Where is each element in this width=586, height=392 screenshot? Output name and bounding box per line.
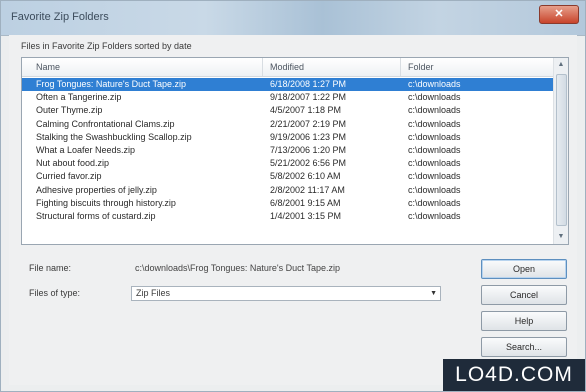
- row-modified: 2/8/2002 11:17 AM: [270, 184, 345, 195]
- favorite-zip-folders-dialog: Favorite Zip Folders ✕ Files in Favorite…: [0, 0, 586, 392]
- window-title: Favorite Zip Folders: [11, 11, 109, 23]
- row-folder: c:\downloads: [408, 118, 461, 129]
- table-row[interactable]: Nut about food.zip 5/21/2002 6:56 PM c:\…: [22, 157, 554, 170]
- row-modified: 1/4/2001 3:15 PM: [270, 210, 342, 221]
- table-row[interactable]: Adhesive properties of jelly.zip 2/8/200…: [22, 184, 554, 197]
- title-bar[interactable]: Favorite Zip Folders ✕: [1, 1, 585, 36]
- list-header: Name Modified Folder: [22, 58, 554, 77]
- table-row[interactable]: Frog Tongues: Nature's Duct Tape.zip 6/1…: [22, 78, 554, 92]
- row-modified: 7/13/2006 1:20 PM: [270, 144, 347, 155]
- list-caption: Files in Favorite Zip Folders sorted by …: [21, 41, 192, 51]
- table-row[interactable]: Outer Thyme.zip 4/5/2007 1:18 PM c:\down…: [22, 104, 554, 117]
- column-divider[interactable]: [400, 58, 401, 76]
- row-folder: c:\downloads: [408, 197, 461, 208]
- row-name: Structural forms of custard.zip: [36, 210, 156, 221]
- table-row[interactable]: Fighting biscuits through history.zip 6/…: [22, 197, 554, 210]
- row-folder: c:\downloads: [408, 210, 461, 221]
- row-folder: c:\downloads: [408, 105, 461, 116]
- row-modified: 6/18/2008 1:27 PM: [270, 79, 347, 89]
- search-button[interactable]: Search...: [481, 337, 567, 357]
- close-button[interactable]: ✕: [539, 5, 579, 24]
- list-rows: Frog Tongues: Nature's Duct Tape.zip 6/1…: [22, 78, 554, 223]
- row-name: Calming Confrontational Clams.zip: [36, 118, 175, 129]
- scrollbar-thumb[interactable]: [556, 74, 567, 226]
- table-row[interactable]: Structural forms of custard.zip 1/4/2001…: [22, 210, 554, 223]
- row-name: Fighting biscuits through history.zip: [36, 197, 176, 208]
- row-modified: 9/19/2006 1:23 PM: [270, 131, 347, 142]
- row-name: Outer Thyme.zip: [36, 105, 103, 116]
- open-button[interactable]: Open: [481, 259, 567, 279]
- column-header-modified[interactable]: Modified: [270, 62, 304, 72]
- column-header-folder[interactable]: Folder: [408, 62, 434, 72]
- table-row[interactable]: What a Loafer Needs.zip 7/13/2006 1:20 P…: [22, 144, 554, 157]
- close-icon: ✕: [554, 8, 564, 20]
- file-name-field[interactable]: c:\downloads\Frog Tongues: Nature's Duct…: [135, 263, 340, 273]
- table-row[interactable]: Calming Confrontational Clams.zip 2/21/2…: [22, 118, 554, 131]
- watermark-logo: LO4D.COM: [443, 359, 585, 391]
- table-row[interactable]: Stalking the Swashbuckling Scallop.zip 9…: [22, 131, 554, 144]
- row-name: Nut about food.zip: [36, 158, 110, 169]
- row-folder: c:\downloads: [408, 131, 461, 142]
- row-modified: 5/8/2002 6:10 AM: [270, 171, 341, 182]
- chevron-down-icon[interactable]: ▼: [430, 287, 437, 300]
- row-modified: 5/21/2002 6:56 PM: [270, 158, 347, 169]
- vertical-scrollbar[interactable]: ▲ ▼: [553, 58, 568, 244]
- file-name-label: File name:: [29, 263, 72, 273]
- cancel-button[interactable]: Cancel: [481, 285, 567, 305]
- row-folder: c:\downloads: [408, 92, 461, 103]
- column-header-name[interactable]: Name: [36, 62, 60, 72]
- row-name: Often a Tangerine.zip: [36, 92, 122, 103]
- file-type-value: Zip Files: [136, 288, 171, 298]
- row-folder: c:\downloads: [408, 184, 461, 195]
- row-modified: 6/8/2001 9:15 AM: [270, 197, 341, 208]
- scroll-down-icon[interactable]: ▼: [554, 230, 568, 244]
- file-list[interactable]: Name Modified Folder Frog Tongues: Natur…: [21, 57, 569, 245]
- row-name: What a Loafer Needs.zip: [36, 144, 136, 155]
- row-name: Adhesive properties of jelly.zip: [36, 184, 157, 195]
- row-modified: 4/5/2007 1:18 PM: [270, 105, 342, 116]
- row-folder: c:\downloads: [408, 144, 461, 155]
- row-modified: 2/21/2007 2:19 PM: [270, 118, 347, 129]
- file-type-select[interactable]: Zip Files ▼: [131, 286, 441, 301]
- row-name: Curried favor.zip: [36, 171, 102, 182]
- row-folder: c:\downloads: [408, 171, 461, 182]
- row-folder: c:\downloads: [408, 158, 461, 169]
- row-modified: 9/18/2007 1:22 PM: [270, 92, 347, 103]
- scroll-up-icon[interactable]: ▲: [554, 58, 568, 72]
- row-name: Frog Tongues: Nature's Duct Tape.zip: [36, 79, 186, 89]
- help-button[interactable]: Help: [481, 311, 567, 331]
- column-divider[interactable]: [262, 58, 263, 76]
- table-row[interactable]: Often a Tangerine.zip 9/18/2007 1:22 PM …: [22, 91, 554, 104]
- table-row[interactable]: Curried favor.zip 5/8/2002 6:10 AM c:\do…: [22, 170, 554, 183]
- file-type-label: Files of type:: [29, 288, 81, 298]
- row-folder: c:\downloads: [408, 79, 461, 89]
- row-name: Stalking the Swashbuckling Scallop.zip: [36, 131, 192, 142]
